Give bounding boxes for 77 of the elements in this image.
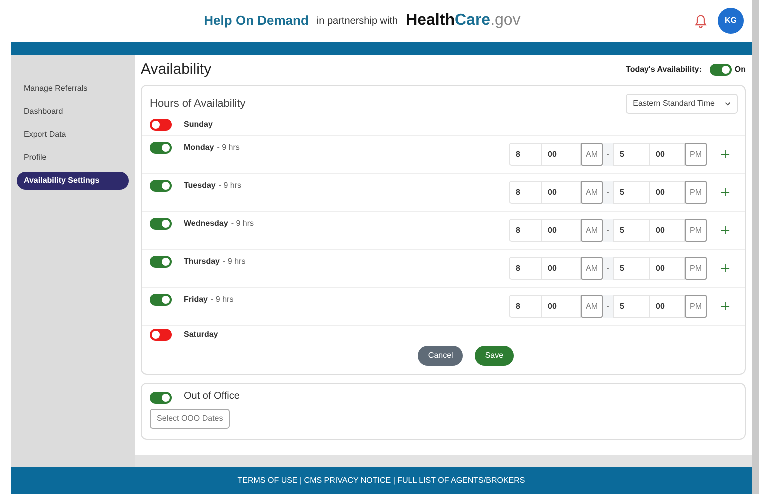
toggle-switch[interactable] [150, 329, 172, 341]
hour-field[interactable]: 8 [509, 257, 542, 280]
toggle-switch[interactable] [150, 256, 172, 268]
hour-field[interactable]: 8 [509, 181, 542, 204]
partner-logo: HealthCare.gov [406, 11, 521, 31]
sidebar-item[interactable]: Export Data [17, 126, 129, 144]
sidebar-item[interactable]: Dashboard [17, 103, 129, 121]
time-separator: - [603, 143, 613, 166]
hour-field[interactable]: 8 [509, 219, 542, 242]
footer-links: TERMS OF USE | CMS PRIVACY NOTICE | FULL LIST OF AGENTS/BROKERS [238, 474, 526, 486]
sidebar-item[interactable]: Manage Referrals [17, 80, 129, 98]
chevron-down-icon [725, 101, 731, 107]
day-label: Sunday [184, 119, 213, 131]
hours-duration: - 9 hrs [223, 256, 246, 268]
ampm-select[interactable]: PM [685, 143, 707, 166]
hour-field[interactable]: 5 [613, 295, 650, 318]
hour-field[interactable]: 5 [613, 219, 650, 242]
minute-field[interactable]: 00 [650, 181, 685, 204]
hour-field[interactable]: 8 [509, 295, 542, 318]
add-icon[interactable] [721, 188, 730, 197]
add-icon[interactable] [721, 150, 730, 159]
page-title: Availability [141, 60, 212, 80]
notification-bell-icon[interactable] [694, 14, 708, 28]
select-dates-button[interactable]: Select OOO Dates [150, 409, 230, 429]
hour-field[interactable]: 5 [613, 181, 650, 204]
toggle-switch[interactable] [150, 294, 172, 306]
user-avatar[interactable]: KG [718, 8, 744, 34]
toggle-switch[interactable] [710, 64, 732, 76]
section-title: Out of Office [184, 390, 240, 404]
brand-title: Help On Demand [204, 12, 309, 30]
add-icon[interactable] [721, 264, 730, 273]
ampm-select[interactable]: PM [685, 295, 707, 318]
day-label: Thursday [184, 256, 220, 268]
toggle-switch[interactable] [150, 142, 172, 154]
ampm-select[interactable]: PM [685, 219, 707, 242]
day-label: Wednesday [184, 218, 228, 230]
sidebar-item[interactable]: Availability Settings [17, 172, 129, 190]
add-icon[interactable] [721, 302, 730, 311]
minute-field[interactable]: 00 [650, 219, 685, 242]
time-separator: - [603, 295, 613, 318]
day-label: Monday [184, 142, 214, 154]
minute-field[interactable]: 00 [542, 295, 581, 318]
toggle-switch[interactable] [150, 392, 172, 404]
ampm-select[interactable]: PM [685, 257, 707, 280]
hours-duration: - 9 hrs [217, 142, 240, 154]
time-separator: - [603, 219, 613, 242]
availability-label: Today's Availability: [626, 64, 702, 76]
minute-field[interactable]: 00 [542, 181, 581, 204]
hour-field[interactable]: 5 [613, 257, 650, 280]
hour-field[interactable]: 8 [509, 143, 542, 166]
minute-field[interactable]: 00 [650, 295, 685, 318]
minute-field[interactable]: 00 [542, 219, 581, 242]
hours-duration: - 9 hrs [231, 218, 254, 230]
minute-field[interactable]: 00 [542, 143, 581, 166]
toggle-switch[interactable] [150, 119, 172, 131]
sidebar-item[interactable]: Profile [17, 149, 129, 167]
availability-status: On [734, 64, 746, 76]
hours-duration: - 9 hrs [211, 294, 234, 306]
toggle-switch[interactable] [150, 218, 172, 230]
day-label: Friday [184, 294, 208, 306]
toggle-switch[interactable] [150, 180, 172, 192]
hours-duration: - 9 hrs [218, 180, 242, 192]
cancel-button[interactable]: Cancel [418, 346, 464, 366]
add-icon[interactable] [721, 226, 730, 235]
partner-text: in partnership with [316, 14, 398, 28]
minute-field[interactable]: 00 [542, 257, 581, 280]
hour-field[interactable]: 5 [613, 143, 650, 166]
minute-field[interactable]: 00 [650, 143, 685, 166]
ampm-select[interactable]: PM [685, 181, 707, 204]
save-button[interactable]: Save [475, 346, 514, 366]
day-label: Tuesday [184, 180, 216, 192]
minute-field[interactable]: 00 [650, 257, 685, 280]
card-title: Hours of Availability [150, 96, 246, 112]
timezone-dropdown[interactable]: Eastern Standard Time [626, 94, 738, 114]
day-label: Saturday [184, 329, 218, 341]
time-separator: - [603, 181, 613, 204]
time-separator: - [603, 257, 613, 280]
